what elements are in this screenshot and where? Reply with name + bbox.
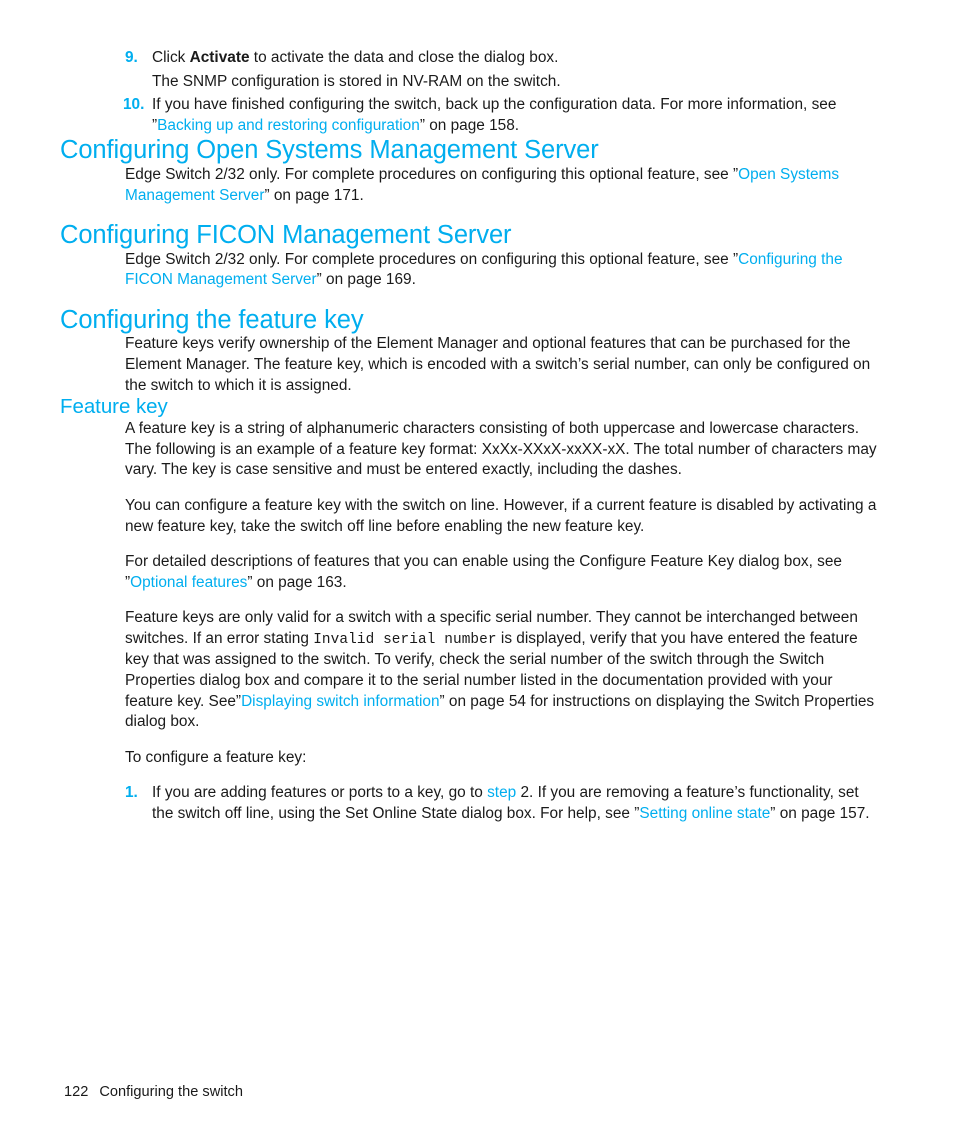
step-9-text: Click Activate to activate the data and …	[152, 48, 877, 69]
link-backing-up-and-restoring-configuration[interactable]: Backing up and restoring configuration	[157, 117, 420, 134]
paragraph-feature-key-intro: Feature keys verify ownership of the Ele…	[125, 335, 871, 394]
subheading-feature-key: Feature key	[60, 395, 168, 419]
step-number-9: 9.	[125, 49, 138, 66]
error-message-invalid-serial-number: Invalid serial number	[313, 631, 497, 648]
document-page: 9. Click Activate to activate the data a…	[0, 0, 954, 1145]
step-9-text-before-bold: Click	[152, 49, 190, 66]
link-step-2[interactable]: step	[487, 784, 516, 801]
page-content: 9. Click Activate to activate the data a…	[60, 48, 880, 825]
feature-key-body: A feature key is a string of alphanumeri…	[125, 419, 877, 768]
paragraph-open-systems: Edge Switch 2/32 only. For complete proc…	[125, 165, 877, 206]
list-item-step-1: 1. If you are adding features or ports t…	[125, 783, 877, 824]
step-1-text-part1: If you are adding features or ports to a…	[152, 784, 488, 802]
heading-configuring-open-systems-management-server: Configuring Open Systems Management Serv…	[60, 136, 599, 165]
ficon-text-part2: ” on page 169.	[316, 271, 416, 289]
page-footer: 122 Configuring the switch	[64, 1083, 243, 1101]
feature-key-steps-list: 1. If you are adding features or ports t…	[125, 783, 877, 824]
footer-chapter-title: Configuring the switch	[99, 1084, 243, 1100]
step-10-text: If you have finished configuring the swi…	[152, 95, 877, 136]
step-9-text-after-bold: to activate the data and close the dialo…	[249, 49, 559, 66]
paragraph-serial-number-validation: Feature keys are only valid for a switch…	[125, 608, 877, 733]
footer-page-number: 122	[64, 1084, 89, 1100]
link-setting-online-state[interactable]: Setting online state	[639, 805, 770, 822]
step-number-10: 10.	[123, 96, 145, 114]
open-systems-text-part2: ” on page 171.	[264, 186, 364, 204]
open-systems-body: Edge Switch 2/32 only. For complete proc…	[125, 165, 877, 206]
ficon-body: Edge Switch 2/32 only. For complete proc…	[125, 250, 877, 291]
paragraph-ficon: Edge Switch 2/32 only. For complete proc…	[125, 250, 877, 291]
step-1-text: If you are adding features or ports to a…	[152, 783, 877, 824]
open-systems-text-part1: Edge Switch 2/32 only. For complete proc…	[125, 165, 739, 183]
activate-button-reference: Activate	[189, 49, 250, 66]
list-item-step-9: 9. Click Activate to activate the data a…	[125, 48, 877, 92]
feature-key-intro-body: Feature keys verify ownership of the Ele…	[125, 334, 877, 396]
step-9-continuation: The SNMP configuration is stored in NV-R…	[152, 72, 561, 90]
top-steps-list: 9. Click Activate to activate the data a…	[123, 48, 877, 136]
heading-configuring-ficon-management-server: Configuring FICON Management Server	[60, 221, 512, 250]
step-10-text-part2: ” on page 158.	[419, 116, 520, 134]
heading-configuring-the-feature-key: Configuring the feature key	[60, 305, 364, 334]
paragraph-optional-features: For detailed descriptions of features th…	[125, 552, 877, 593]
paragraph-to-configure-a-feature-key: To configure a feature key:	[125, 748, 307, 766]
paragraph-feature-key-online: You can configure a feature key with the…	[125, 496, 877, 535]
paragraph-feature-key-format: A feature key is a string of alphanumeri…	[125, 420, 877, 479]
optional-features-text-part2: ” on page 163.	[247, 573, 347, 591]
step-1-text-part3: ” on page 157.	[770, 805, 870, 823]
step-number-1: 1.	[125, 784, 138, 802]
link-displaying-switch-information[interactable]: Displaying switch information	[241, 693, 439, 710]
list-item-step-10: 10. If you have finished configuring the…	[123, 95, 877, 136]
ficon-text-part1: Edge Switch 2/32 only. For complete proc…	[125, 250, 739, 268]
link-optional-features[interactable]: Optional features	[130, 574, 247, 591]
